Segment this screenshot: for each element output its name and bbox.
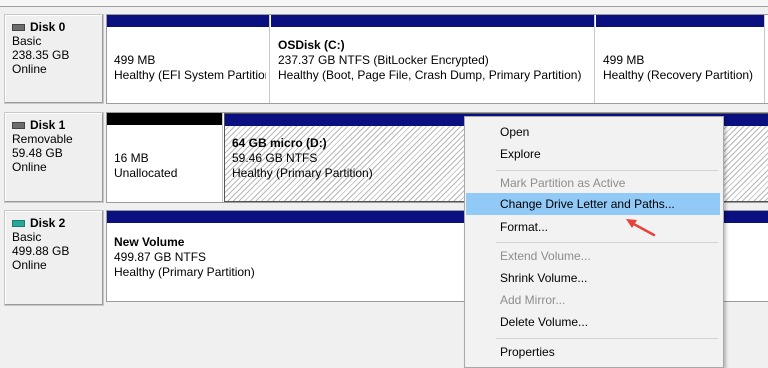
disk-size: 59.48 GB <box>12 146 63 160</box>
removable-disk-icon <box>12 121 25 129</box>
menu-item-open[interactable]: Open <box>466 121 720 143</box>
partition-size: 16 MB <box>114 151 149 165</box>
partition-status: Healthy (Recovery Partition) <box>603 68 754 82</box>
disk-status: Online <box>12 258 47 272</box>
partition-status: Healthy (Primary Partition) <box>114 265 255 279</box>
partition-bar <box>596 15 764 27</box>
partition-status: Unallocated <box>114 166 178 180</box>
partition-unallocated[interactable]: 16 MB Unallocated <box>107 113 223 202</box>
partition-size: 499 MB <box>603 53 645 67</box>
partition-bar <box>107 15 269 27</box>
partition-osdisk[interactable]: OSDisk (C:) 237.37 GB NTFS (BitLocker En… <box>271 15 595 103</box>
disk-drive-icon <box>12 23 25 31</box>
menu-separator <box>496 242 718 243</box>
disk-0-partitions: 499 MB Healthy (EFI System Partition) OS… <box>106 14 768 104</box>
partition-title: 64 GB micro (D:) <box>232 136 327 150</box>
menu-item-format[interactable]: Format... <box>466 216 720 238</box>
menu-item-explore[interactable]: Explore <box>466 143 720 165</box>
disk-info-2[interactable]: Disk 2 Basic 499.88 GB Online <box>4 210 104 306</box>
disk-size: 499.88 GB <box>12 244 70 258</box>
disk-size: 238.35 GB <box>12 48 70 62</box>
context-menu: Open Explore Mark Partition as Active Ch… <box>464 116 724 368</box>
disk-info-0[interactable]: Disk 0 Basic 238.35 GB Online <box>4 14 104 104</box>
disk-status: Online <box>12 62 47 76</box>
partition-size: 237.37 GB NTFS (BitLocker Encrypted) <box>278 53 489 67</box>
partition-title: New Volume <box>114 235 185 249</box>
partition-status: Healthy (Primary Partition) <box>232 166 373 180</box>
disk-status: Online <box>12 160 47 174</box>
menu-item-delete-volume[interactable]: Delete Volume... <box>466 311 720 333</box>
disk-name: Disk 2 <box>30 216 66 230</box>
partition-size: 499 MB <box>114 53 156 67</box>
menu-item-mark-active[interactable]: Mark Partition as Active <box>466 172 720 194</box>
menu-separator <box>496 338 718 339</box>
partition-bar <box>271 15 594 27</box>
disk-name: Disk 0 <box>30 20 66 34</box>
red-annotation-arrow-icon <box>626 219 656 237</box>
menu-item-add-mirror[interactable]: Add Mirror... <box>466 289 720 311</box>
disk-type: Basic <box>12 34 42 48</box>
partition-recovery[interactable]: 499 MB Healthy (Recovery Partition) <box>596 15 765 103</box>
menu-item-shrink-volume[interactable]: Shrink Volume... <box>466 267 720 289</box>
top-divider <box>0 0 768 7</box>
disk-type: Removable <box>12 132 73 146</box>
partition-efi[interactable]: 499 MB Healthy (EFI System Partition) <box>107 15 270 103</box>
partition-status: Healthy (Boot, Page File, Crash Dump, Pr… <box>278 68 582 82</box>
menu-item-change-drive-letter[interactable]: Change Drive Letter and Paths... <box>466 193 720 215</box>
unallocated-bar <box>107 113 222 125</box>
disk-type: Basic <box>12 230 42 244</box>
menu-separator <box>496 170 718 171</box>
menu-item-extend-volume[interactable]: Extend Volume... <box>466 245 720 267</box>
partition-size: 499.87 GB NTFS <box>114 250 207 264</box>
disk-drive-icon <box>12 219 25 227</box>
disk-info-1[interactable]: Disk 1 Removable 59.48 GB Online <box>4 112 104 203</box>
partition-size: 59.46 GB NTFS <box>232 151 318 165</box>
partition-title: OSDisk (C:) <box>278 38 345 52</box>
partition-status: Healthy (EFI System Partition) <box>114 68 266 82</box>
disk-name: Disk 1 <box>30 118 66 132</box>
